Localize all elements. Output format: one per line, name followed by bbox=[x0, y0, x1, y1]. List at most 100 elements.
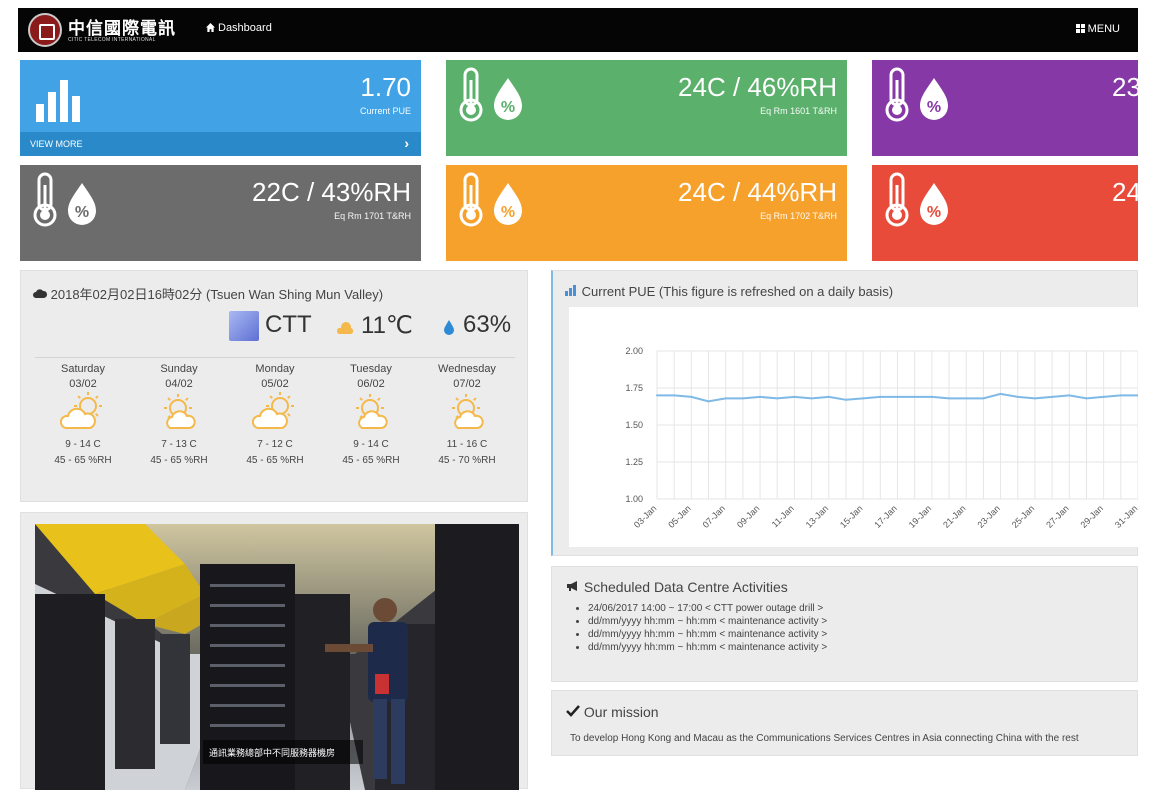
company-name-chinese: 中信國際電訊 bbox=[68, 19, 176, 39]
activity-item[interactable]: 24/06/2017 14:00 ~ 17:00 < CTT power out… bbox=[588, 603, 827, 614]
pue-data-point bbox=[741, 397, 744, 400]
activities-panel: Scheduled Data Centre Activities 24/06/2… bbox=[551, 566, 1138, 682]
weather-title: 2018年02月02日16時02分 (Tsuen Wan Shing Mun V… bbox=[33, 284, 383, 303]
forecast-day-name: Wednesday bbox=[438, 363, 496, 375]
divider bbox=[35, 357, 515, 358]
pue-data-point bbox=[1119, 394, 1122, 397]
current-temperature: 11℃ bbox=[361, 312, 413, 339]
tile-red[interactable]: % 24 bbox=[872, 165, 1138, 261]
pue-data-point bbox=[793, 395, 796, 398]
pue-data-point bbox=[965, 397, 968, 400]
sun-cloud-icon bbox=[164, 394, 196, 429]
svg-text:%: % bbox=[501, 204, 515, 221]
forecast-humidity: 45 - 65 %RH bbox=[342, 455, 400, 466]
activity-item[interactable]: dd/mm/yyyy hh:mm ~ hh:mm < maintenance a… bbox=[588, 616, 827, 627]
forecast-day-name: Tuesday bbox=[350, 363, 392, 375]
megaphone-icon bbox=[567, 581, 577, 591]
mission-title: Our mission bbox=[566, 704, 659, 720]
menu-button[interactable]: MENU bbox=[1075, 23, 1120, 35]
x-tick-label: 23-Jan bbox=[975, 503, 1002, 530]
pue-data-point bbox=[827, 395, 830, 398]
forecast-date: 06/02 bbox=[357, 378, 385, 390]
view-more-label: VIEW MORE bbox=[30, 139, 83, 149]
pue-chart-panel: Current PUE (This figure is refreshed on… bbox=[551, 270, 1139, 556]
checkmark-icon bbox=[566, 705, 580, 717]
y-tick-label: 1.50 bbox=[625, 420, 643, 430]
view-more-link[interactable]: VIEW MORE › bbox=[20, 132, 421, 156]
photo-panel: 通訊業務總部中不同服務器機房 bbox=[20, 512, 528, 790]
station-logo-icon bbox=[229, 311, 259, 341]
sun-cloud-icon bbox=[356, 394, 388, 429]
menu-grid-icon bbox=[1075, 24, 1085, 33]
pue-data-point bbox=[1051, 395, 1054, 398]
y-tick-label: 1.25 bbox=[625, 457, 643, 467]
pue-data-point bbox=[690, 395, 693, 398]
thermometer-humidity-icon: % bbox=[459, 172, 522, 227]
tile-eq-rm-1702[interactable]: % 24C / 44%RH Eq Rm 1702 T&RH bbox=[446, 165, 847, 261]
forecast-date: 03/02 bbox=[69, 378, 97, 390]
x-tick-label: 03-Jan bbox=[632, 503, 659, 530]
company-logo-icon[interactable] bbox=[28, 13, 62, 47]
tile-eq-rm-1701[interactable]: % 22C / 43%RH Eq Rm 1701 T&RH bbox=[20, 165, 421, 261]
tile-subtitle: Current PUE bbox=[359, 106, 411, 116]
forecast-date: 05/02 bbox=[261, 378, 289, 390]
pue-panel-title: Current PUE (This figure is refreshed on… bbox=[565, 284, 893, 299]
y-tick-label: 1.00 bbox=[625, 494, 643, 504]
forecast-humidity: 45 - 65 %RH bbox=[150, 455, 208, 466]
station-name: CTT bbox=[265, 311, 312, 338]
forecast-humidity: 45 - 65 %RH bbox=[54, 455, 112, 466]
activities-list: 24/06/2017 14:00 ~ 17:00 < CTT power out… bbox=[562, 603, 827, 653]
pue-data-point bbox=[810, 397, 813, 400]
pue-data-point bbox=[1102, 395, 1105, 398]
x-tick-label: 11-Jan bbox=[770, 503, 796, 529]
activity-item[interactable]: dd/mm/yyyy hh:mm ~ hh:mm < maintenance a… bbox=[588, 629, 827, 640]
forecast-temperature: 9 - 14 C bbox=[65, 439, 101, 450]
x-tick-label: 17-Jan bbox=[872, 503, 899, 530]
nav-dashboard-link[interactable]: Dashboard bbox=[206, 22, 272, 34]
x-tick-label: 29-Jan bbox=[1079, 503, 1106, 530]
x-tick-label: 25-Jan bbox=[1010, 503, 1037, 530]
forecast-day-name: Saturday bbox=[60, 363, 106, 375]
tile-value: 24 bbox=[1112, 177, 1138, 207]
forecast-day: Tuesday 06/02 9 - 14 C 45 - 65 %RH bbox=[331, 363, 411, 466]
home-icon bbox=[206, 23, 215, 32]
chart-area: 2.00 1.75 1.50 1.25 1.00 03-Jan 05-Jan 07-Jan 09… bbox=[569, 307, 1139, 547]
pue-data-point bbox=[930, 395, 933, 398]
tile-value: 23 bbox=[1112, 72, 1138, 102]
weather-panel: 2018年02月02日16時02分 (Tsuen Wan Shing Mun V… bbox=[20, 270, 528, 502]
x-tick-label: 19-Jan bbox=[907, 503, 934, 530]
thermometer-humidity-icon: % bbox=[33, 172, 96, 227]
x-tick-label: 13-Jan bbox=[804, 503, 831, 530]
x-tick-label: 05-Jan bbox=[666, 503, 693, 530]
svg-text:%: % bbox=[501, 99, 515, 116]
pue-data-point bbox=[1033, 397, 1036, 400]
forecast-date: 07/02 bbox=[453, 378, 481, 390]
pue-data-point bbox=[673, 394, 676, 397]
tile-purple[interactable]: % 23 bbox=[872, 60, 1138, 156]
thermometer-humidity-icon: % bbox=[885, 67, 948, 122]
pue-data-point bbox=[1068, 394, 1071, 397]
svg-text:%: % bbox=[927, 99, 941, 116]
nav-dashboard-label: Dashboard bbox=[218, 22, 272, 34]
activity-item[interactable]: dd/mm/yyyy hh:mm ~ hh:mm < maintenance a… bbox=[588, 642, 827, 653]
forecast-humidity: 45 - 70 %RH bbox=[438, 455, 496, 466]
svg-text:%: % bbox=[75, 204, 89, 221]
pue-data-point bbox=[707, 400, 710, 403]
partly-cloudy-sun-icon bbox=[251, 392, 294, 429]
forecast-day-name: Sunday bbox=[160, 363, 198, 375]
cloud-sun-icon bbox=[337, 322, 354, 334]
pue-data-point bbox=[1085, 397, 1088, 400]
pue-data-point bbox=[656, 394, 658, 397]
photo-caption: 通訊業務總部中不同服務器機房 bbox=[209, 748, 336, 758]
x-tick-label: 15-Jan bbox=[838, 503, 865, 530]
pue-data-point bbox=[759, 395, 762, 398]
tile-eq-rm-1601[interactable]: % 24C / 46%RH Eq Rm 1601 T&RH bbox=[446, 60, 847, 156]
data-centre-photo: 通訊業務總部中不同服務器機房 bbox=[35, 524, 519, 790]
forecast-temperature: 9 - 14 C bbox=[353, 439, 389, 450]
forecast-temperature: 7 - 12 C bbox=[257, 439, 293, 450]
cloud-icon bbox=[33, 289, 48, 298]
company-name-english: CITIC TELECOM INTERNATIONAL bbox=[68, 37, 156, 43]
x-tick-label: 09-Jan bbox=[735, 503, 762, 530]
pue-data-point bbox=[724, 397, 727, 400]
tile-current-pue[interactable]: 1.70 Current PUE VIEW MORE › bbox=[20, 60, 421, 156]
